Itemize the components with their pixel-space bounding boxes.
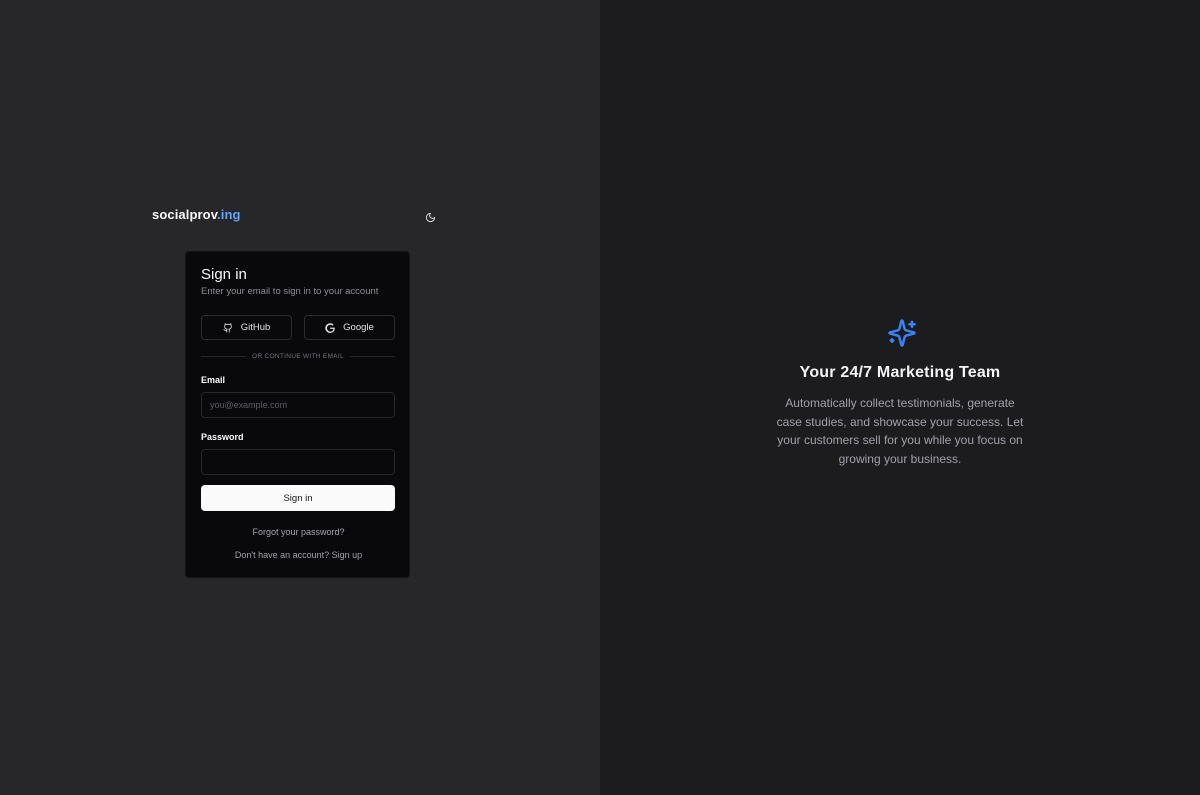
password-label: Password <box>201 432 244 442</box>
signin-title: Sign in <box>201 266 247 283</box>
brand-suffix: .ing <box>217 207 241 222</box>
email-field[interactable] <box>201 392 395 418</box>
hero-description: Automatically collect testimonials, gene… <box>776 396 1024 466</box>
hero-section: Your 24/7 Marketing Team Automatically c… <box>600 318 1200 468</box>
google-button[interactable]: Google <box>304 315 395 340</box>
google-button-label: Google <box>343 322 374 333</box>
brand-logo[interactable]: socialprov.ing <box>152 207 241 222</box>
left-panel: socialprov.ing Sign in Enter your email … <box>0 0 600 795</box>
github-button-label: GitHub <box>240 322 271 333</box>
theme-toggle-button[interactable] <box>421 208 439 226</box>
forgot-password-link[interactable]: Forgot your password? <box>186 527 411 537</box>
divider: OR CONTINUE WITH EMAIL <box>201 351 396 361</box>
email-label: Email <box>201 375 226 385</box>
password-field[interactable] <box>201 449 395 475</box>
github-button[interactable]: GitHub <box>201 315 292 340</box>
google-icon <box>325 322 335 333</box>
hero-title: Your 24/7 Marketing Team <box>799 364 1001 381</box>
divider-text: OR CONTINUE WITH EMAIL <box>252 352 344 360</box>
right-panel: Your 24/7 Marketing Team Automatically c… <box>600 0 1200 795</box>
signup-link[interactable]: Don't have an account? Sign up <box>186 550 411 560</box>
sparkles-icon <box>888 319 916 347</box>
moon-icon <box>425 212 435 222</box>
signin-card: Sign in Enter your email to sign in to y… <box>185 251 410 578</box>
github-icon <box>223 322 232 333</box>
signin-button[interactable]: Sign in <box>201 485 395 511</box>
brand-name: socialprov <box>152 207 218 222</box>
divider-line-left <box>201 355 247 357</box>
signin-subtitle: Enter your email to sign in to your acco… <box>201 286 379 297</box>
divider-line-right <box>349 355 396 357</box>
